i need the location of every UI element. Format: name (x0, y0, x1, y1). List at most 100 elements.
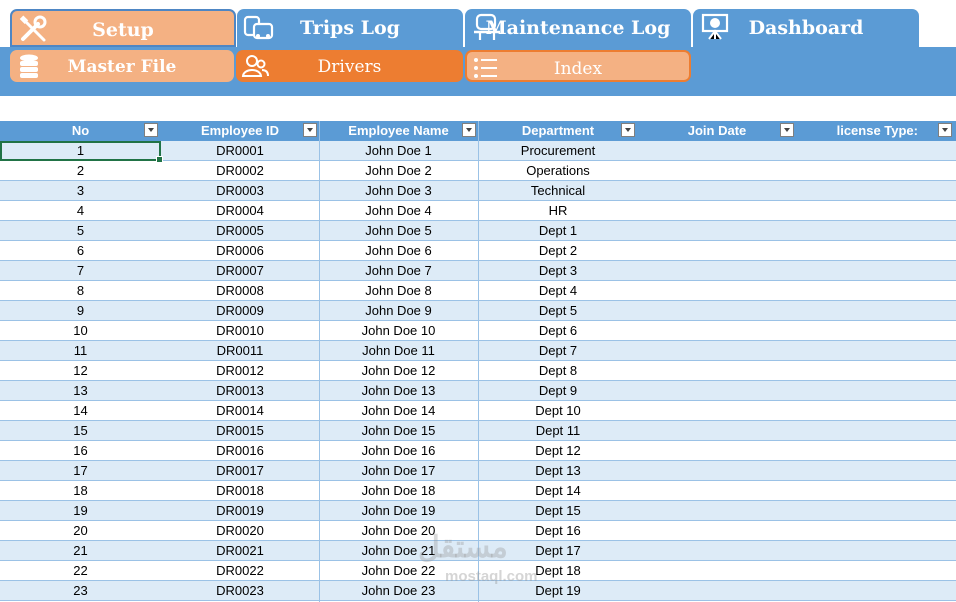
cell-department[interactable]: Dept 12 (478, 441, 638, 461)
cell-employee-name[interactable]: John Doe 1 (319, 141, 478, 161)
cell-employee-id[interactable]: DR0013 (161, 381, 319, 401)
cell-employee-name[interactable]: John Doe 5 (319, 221, 478, 241)
cell-join-date[interactable] (638, 361, 796, 381)
filter-dropdown-icon[interactable] (462, 123, 476, 137)
cell-no[interactable]: 6 (0, 241, 161, 261)
cell-license-type[interactable] (796, 141, 956, 161)
filter-dropdown-icon[interactable] (621, 123, 635, 137)
cell-employee-name[interactable]: John Doe 9 (319, 301, 478, 321)
cell-employee-name[interactable]: John Doe 7 (319, 261, 478, 281)
cell-employee-id[interactable]: DR0007 (161, 261, 319, 281)
cell-no[interactable]: 23 (0, 581, 161, 601)
cell-join-date[interactable] (638, 421, 796, 441)
cell-employee-id[interactable]: DR0003 (161, 181, 319, 201)
cell-employee-name[interactable]: John Doe 19 (319, 501, 478, 521)
cell-license-type[interactable] (796, 401, 956, 421)
cell-license-type[interactable] (796, 321, 956, 341)
cell-join-date[interactable] (638, 301, 796, 321)
cell-employee-id[interactable]: DR0014 (161, 401, 319, 421)
cell-no[interactable]: 12 (0, 361, 161, 381)
cell-license-type[interactable] (796, 361, 956, 381)
cell-join-date[interactable] (638, 561, 796, 581)
filter-dropdown-icon[interactable] (303, 123, 317, 137)
cell-license-type[interactable] (796, 181, 956, 201)
selected-cell[interactable] (0, 141, 163, 163)
column-header-join-date[interactable]: Join Date (638, 121, 796, 141)
cell-department[interactable]: Dept 14 (478, 481, 638, 501)
cell-join-date[interactable] (638, 281, 796, 301)
filter-dropdown-icon[interactable] (938, 123, 952, 137)
cell-employee-name[interactable]: John Doe 10 (319, 321, 478, 341)
tab-setup[interactable]: Setup (10, 9, 236, 47)
subtab-master-file[interactable]: Master File (10, 50, 234, 82)
cell-employee-name[interactable]: John Doe 16 (319, 441, 478, 461)
cell-department[interactable]: Technical (478, 181, 638, 201)
cell-employee-name[interactable]: John Doe 2 (319, 161, 478, 181)
cell-no[interactable]: 7 (0, 261, 161, 281)
column-header-no[interactable]: No (0, 121, 161, 141)
cell-department[interactable]: Procurement (478, 141, 638, 161)
cell-employee-name[interactable]: John Doe 3 (319, 181, 478, 201)
cell-join-date[interactable] (638, 461, 796, 481)
cell-license-type[interactable] (796, 261, 956, 281)
filter-dropdown-icon[interactable] (144, 123, 158, 137)
cell-employee-id[interactable]: DR0015 (161, 421, 319, 441)
cell-no[interactable]: 4 (0, 201, 161, 221)
cell-license-type[interactable] (796, 241, 956, 261)
cell-license-type[interactable] (796, 421, 956, 441)
cell-no[interactable]: 21 (0, 541, 161, 561)
cell-join-date[interactable] (638, 241, 796, 261)
cell-employee-name[interactable]: John Doe 14 (319, 401, 478, 421)
cell-license-type[interactable] (796, 461, 956, 481)
cell-employee-id[interactable]: DR0011 (161, 341, 319, 361)
cell-department[interactable]: Dept 2 (478, 241, 638, 261)
cell-employee-id[interactable]: DR0006 (161, 241, 319, 261)
cell-no[interactable]: 18 (0, 481, 161, 501)
cell-department[interactable]: Dept 5 (478, 301, 638, 321)
cell-no[interactable]: 11 (0, 341, 161, 361)
cell-join-date[interactable] (638, 441, 796, 461)
cell-no[interactable]: 20 (0, 521, 161, 541)
cell-employee-id[interactable]: DR0002 (161, 161, 319, 181)
cell-join-date[interactable] (638, 201, 796, 221)
cell-license-type[interactable] (796, 501, 956, 521)
cell-no[interactable]: 9 (0, 301, 161, 321)
cell-department[interactable]: Dept 3 (478, 261, 638, 281)
cell-join-date[interactable] (638, 581, 796, 601)
cell-license-type[interactable] (796, 341, 956, 361)
cell-employee-name[interactable]: John Doe 12 (319, 361, 478, 381)
cell-no[interactable]: 15 (0, 421, 161, 441)
cell-join-date[interactable] (638, 381, 796, 401)
subtab-drivers[interactable]: Drivers (236, 50, 463, 82)
cell-no[interactable]: 16 (0, 441, 161, 461)
cell-department[interactable]: Operations (478, 161, 638, 181)
cell-no[interactable]: 13 (0, 381, 161, 401)
cell-employee-id[interactable]: DR0010 (161, 321, 319, 341)
column-header-department[interactable]: Department (478, 121, 638, 141)
cell-employee-id[interactable]: DR0016 (161, 441, 319, 461)
filter-dropdown-icon[interactable] (780, 123, 794, 137)
cell-license-type[interactable] (796, 281, 956, 301)
cell-no[interactable]: 22 (0, 561, 161, 581)
cell-employee-id[interactable]: DR0022 (161, 561, 319, 581)
cell-join-date[interactable] (638, 161, 796, 181)
cell-employee-id[interactable]: DR0005 (161, 221, 319, 241)
cell-no[interactable]: 19 (0, 501, 161, 521)
tab-maintenance-log[interactable]: Maintenance Log (465, 9, 691, 47)
cell-employee-id[interactable]: DR0023 (161, 581, 319, 601)
cell-department[interactable]: Dept 8 (478, 361, 638, 381)
cell-department[interactable]: Dept 13 (478, 461, 638, 481)
cell-join-date[interactable] (638, 221, 796, 241)
cell-join-date[interactable] (638, 341, 796, 361)
cell-employee-id[interactable]: DR0019 (161, 501, 319, 521)
cell-no[interactable]: 3 (0, 181, 161, 201)
cell-department[interactable]: Dept 6 (478, 321, 638, 341)
cell-department[interactable]: Dept 7 (478, 341, 638, 361)
cell-no[interactable]: 10 (0, 321, 161, 341)
cell-employee-id[interactable]: DR0008 (161, 281, 319, 301)
cell-license-type[interactable] (796, 301, 956, 321)
cell-join-date[interactable] (638, 401, 796, 421)
column-header-license-type[interactable]: license Type: (796, 121, 956, 141)
cell-join-date[interactable] (638, 541, 796, 561)
cell-no[interactable]: 5 (0, 221, 161, 241)
